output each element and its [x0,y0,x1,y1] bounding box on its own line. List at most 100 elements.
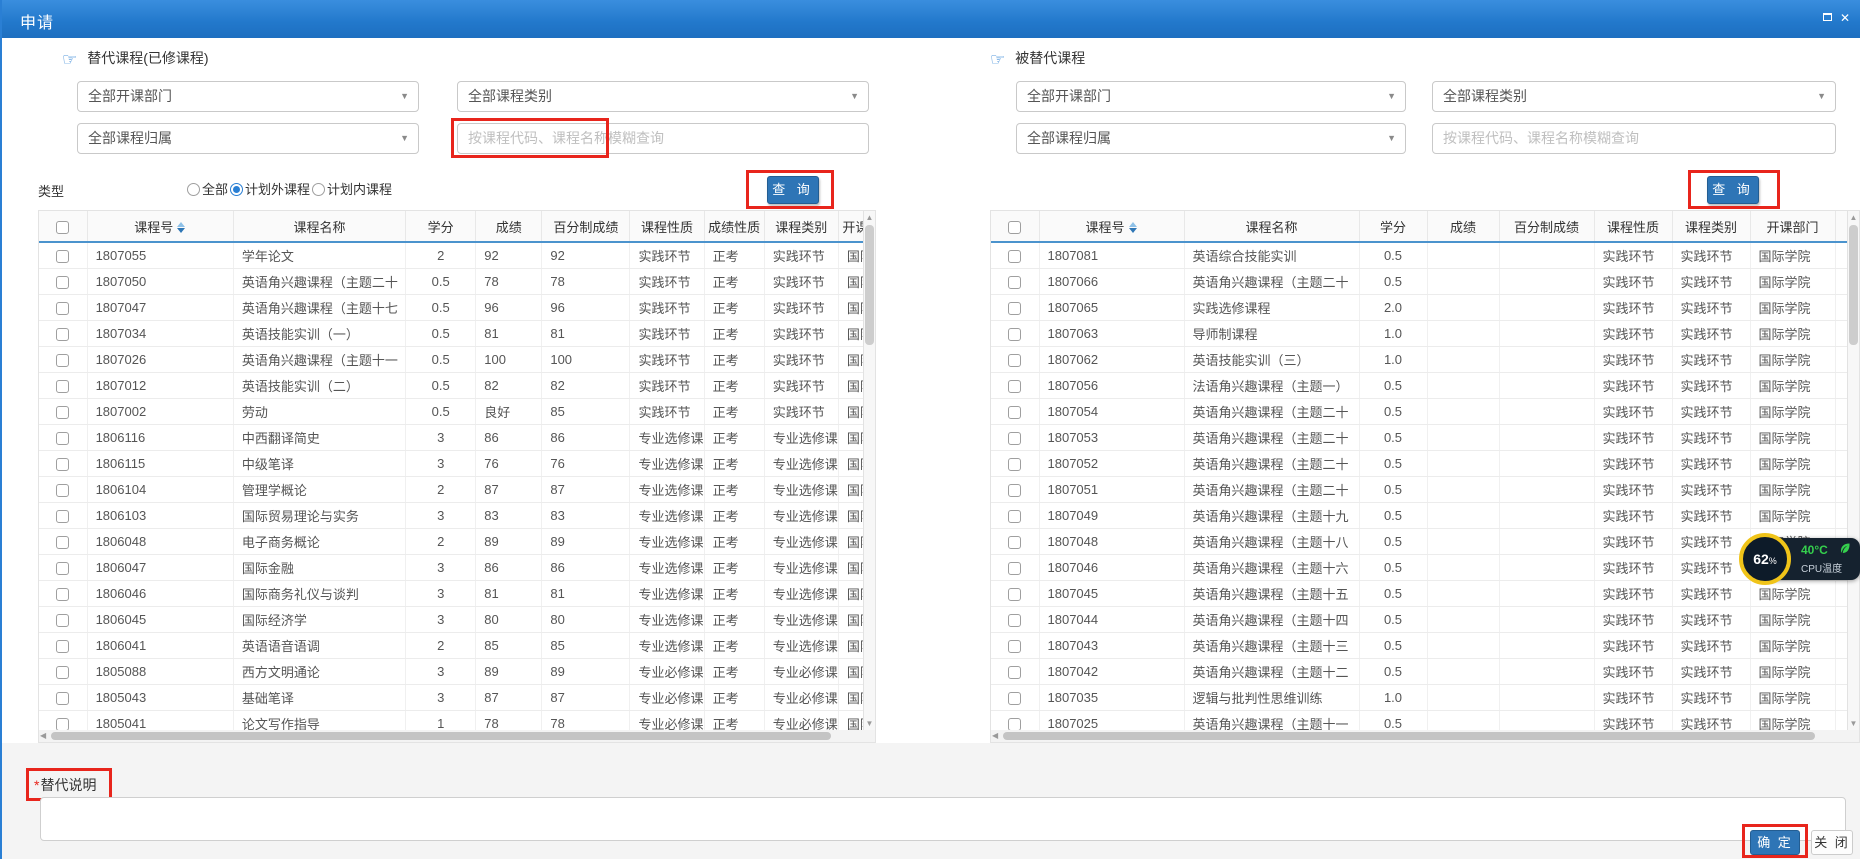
scroll-left-icon[interactable]: ◀ [40,731,46,741]
table-row[interactable]: 1807054英语角兴趣课程（主题二十0.5实践环节实践环节国际学院 [991,398,1860,424]
row-checkbox[interactable] [1008,640,1021,653]
row-checkbox[interactable] [1008,562,1021,575]
table-row[interactable]: 1807047英语角兴趣课程（主题十七0.59696实践环节正考实践环节国际学院 [39,294,876,320]
scroll-left-icon[interactable]: ◀ [992,731,998,741]
row-checkbox[interactable] [56,458,69,471]
row-checkbox[interactable] [1008,328,1021,341]
table-row[interactable]: 1807046英语角兴趣课程（主题十六0.5实践环节实践环节国际学院 [991,554,1860,580]
row-checkbox[interactable] [56,640,69,653]
left-table-horizontal-scrollbar[interactable]: ◀ [38,730,876,743]
row-checkbox[interactable] [56,406,69,419]
row-checkbox[interactable] [56,302,69,315]
select-all-checkbox[interactable] [56,221,69,234]
restore-window-icon[interactable] [1820,11,1834,25]
table-row[interactable]: 1807035逻辑与批判性思维训练1.0实践环节实践环节国际学院 [991,684,1860,710]
row-checkbox[interactable] [56,354,69,367]
close-button[interactable]: 关 闭 [1811,830,1853,855]
right-table-horizontal-scrollbar[interactable]: ◀ [990,730,1860,743]
table-row[interactable]: 1807053英语角兴趣课程（主题二十0.5实践环节实践环节国际学院 [991,424,1860,450]
row-checkbox[interactable] [1008,250,1021,263]
table-row[interactable]: 1807026英语角兴趣课程（主题十一0.5100100实践环节正考实践环节国际… [39,346,876,372]
table-row[interactable]: 1806048电子商务概论28989专业选修课正考专业选修课国际学院 [39,528,876,554]
table-row[interactable]: 1807063导师制课程1.0实践环节实践环节国际学院 [991,320,1860,346]
row-checkbox[interactable] [56,484,69,497]
table-row[interactable]: 1807081英语综合技能实训0.5实践环节实践环节国际学院 [991,242,1860,268]
table-row[interactable]: 1807056法语角兴趣课程（主题一）0.5实践环节实践环节国际学院 [991,372,1860,398]
row-checkbox[interactable] [1008,536,1021,549]
scroll-down-icon[interactable]: ▼ [864,719,875,728]
scroll-down-icon[interactable]: ▼ [1848,719,1859,728]
table-row[interactable]: 1806116中西翻译简史38686专业选修课正考专业选修课国际学院 [39,424,876,450]
row-checkbox[interactable] [1008,276,1021,289]
scroll-up-icon[interactable]: ▲ [1848,213,1859,222]
row-checkbox[interactable] [1008,406,1021,419]
row-checkbox[interactable] [1008,718,1021,730]
row-checkbox[interactable] [1008,510,1021,523]
scroll-up-icon[interactable]: ▲ [864,213,875,222]
table-row[interactable]: 1805088西方文明通论38989专业必修课正考专业必修课国际学院 [39,658,876,684]
row-checkbox[interactable] [56,432,69,445]
type-radio-全部[interactable]: 全部 [187,179,228,198]
row-checkbox[interactable] [56,562,69,575]
row-checkbox[interactable] [56,588,69,601]
substitution-note-textarea[interactable] [40,797,1846,841]
left-table-vertical-scrollbar[interactable]: ▲ ▼ [863,211,875,730]
table-row[interactable]: 1807045英语角兴趣课程（主题十五0.5实践环节实践环节国际学院 [991,580,1860,606]
table-row[interactable]: 1807012英语技能实训（二）0.58282实践环节正考实践环节国际学院 [39,372,876,398]
sort-arrows-icon[interactable] [1129,222,1138,233]
type-radio-计划内课程[interactable]: 计划内课程 [312,179,392,198]
right-belong-dropdown[interactable]: 全部课程归属▼ [1016,123,1406,154]
table-row[interactable]: 1807051英语角兴趣课程（主题二十0.5实践环节实践环节国际学院 [991,476,1860,502]
cpu-monitor-widget[interactable]: 62% 40°C CPU温度 [1739,533,1860,585]
table-row[interactable]: 1807044英语角兴趣课程（主题十四0.5实践环节实践环节国际学院 [991,606,1860,632]
table-row[interactable]: 1807050英语角兴趣课程（主题二十0.57878实践环节正考实践环节国际学院 [39,268,876,294]
row-checkbox[interactable] [1008,614,1021,627]
table-row[interactable]: 1807065实践选修课程2.0实践环节实践环节国际学院 [991,294,1860,320]
right-dept-dropdown[interactable]: 全部开课部门▼ [1016,81,1406,112]
table-row[interactable]: 1807052英语角兴趣课程（主题二十0.5实践环节实践环节国际学院 [991,450,1860,476]
row-checkbox[interactable] [1008,380,1021,393]
row-checkbox[interactable] [1008,354,1021,367]
row-checkbox[interactable] [1008,588,1021,601]
table-row[interactable]: 1807055学年论文29292实践环节正考实践环节国际学院 [39,242,876,268]
row-checkbox[interactable] [56,614,69,627]
row-checkbox[interactable] [56,328,69,341]
right-query-button[interactable]: 查 询 [1707,176,1759,204]
right-table-vertical-scrollbar[interactable]: ▲ ▼ [1847,211,1859,730]
column-header-sortable[interactable]: 课程号 [87,211,233,242]
row-checkbox[interactable] [56,536,69,549]
column-header-sortable[interactable]: 课程号 [1039,211,1184,242]
close-window-icon[interactable]: ✕ [1838,11,1852,25]
left-category-dropdown[interactable]: 全部课程类别▼ [457,81,869,112]
row-checkbox[interactable] [1008,458,1021,471]
table-row[interactable]: 1806104管理学概论28787专业选修课正考专业选修课国际学院 [39,476,876,502]
table-row[interactable]: 1807062英语技能实训（三）1.0实践环节实践环节国际学院 [991,346,1860,372]
table-row[interactable]: 1807048英语角兴趣课程（主题十八0.5实践环节实践环节国际学院 [991,528,1860,554]
table-row[interactable]: 1806046国际商务礼仪与谈判38181专业选修课正考专业选修课国际学院 [39,580,876,606]
table-row[interactable]: 1807002劳动0.5良好85实践环节正考实践环节国际学院 [39,398,876,424]
row-checkbox[interactable] [1008,484,1021,497]
table-row[interactable]: 1805043基础笔译38787专业必修课正考专业必修课国际学院 [39,684,876,710]
row-checkbox[interactable] [56,718,69,730]
row-checkbox[interactable] [1008,666,1021,679]
left-query-button[interactable]: 查 询 [767,176,819,204]
row-checkbox[interactable] [56,510,69,523]
table-row[interactable]: 1806115中级笔译37676专业选修课正考专业选修课国际学院 [39,450,876,476]
table-row[interactable]: 1806045国际经济学38080专业选修课正考专业选修课国际学院 [39,606,876,632]
table-row[interactable]: 1806041英语语音语调28585专业选修课正考专业选修课国际学院 [39,632,876,658]
table-row[interactable]: 1805041论文写作指导17878专业必修课正考专业必修课国际学院 [39,710,876,730]
sort-arrows-icon[interactable] [177,222,186,233]
left-belong-dropdown[interactable]: 全部课程归属▼ [77,123,419,154]
table-row[interactable]: 1807042英语角兴趣课程（主题十二0.5实践环节实践环节国际学院 [991,658,1860,684]
select-all-checkbox[interactable] [1008,221,1021,234]
type-radio-计划外课程[interactable]: 计划外课程 [230,179,310,198]
row-checkbox[interactable] [56,380,69,393]
row-checkbox[interactable] [1008,692,1021,705]
table-row[interactable]: 1807025英语角兴趣课程（主题十一0.5实践环节实践环节国际学院 [991,710,1860,730]
row-checkbox[interactable] [56,692,69,705]
left-search-input[interactable]: 按课程代码、课程名称模糊查询 [457,123,869,154]
table-row[interactable]: 1806103国际贸易理论与实务38383专业选修课正考专业选修课国际学院 [39,502,876,528]
confirm-button[interactable]: 确 定 [1750,830,1800,855]
table-row[interactable]: 1807043英语角兴趣课程（主题十三0.5实践环节实践环节国际学院 [991,632,1860,658]
row-checkbox[interactable] [1008,432,1021,445]
